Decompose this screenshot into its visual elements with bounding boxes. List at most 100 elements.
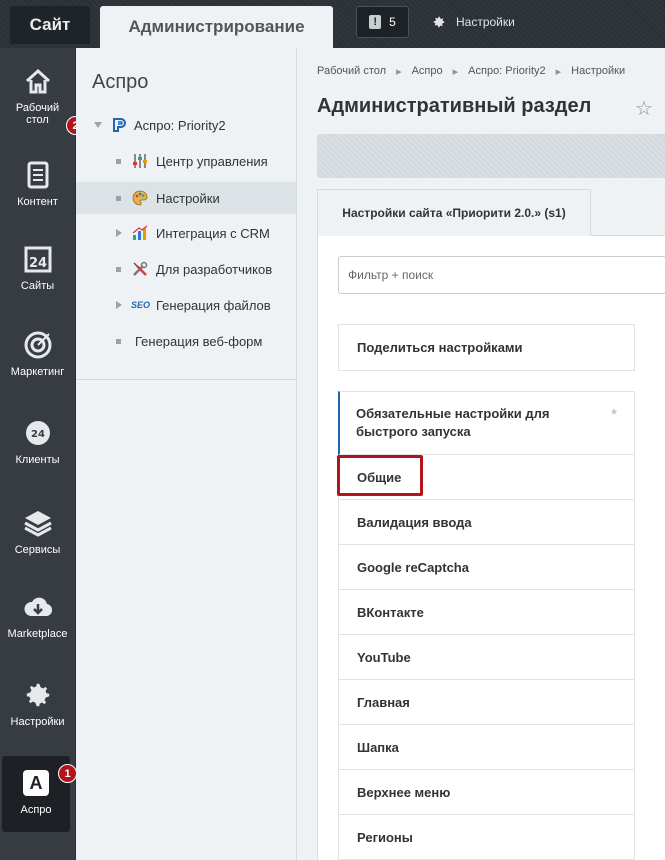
breadcrumb: Рабочий стол ▸ Аспро ▸ Аспро: Priority2 … bbox=[317, 65, 625, 78]
menu-item-label: Регионы bbox=[357, 829, 413, 845]
nav-label: Настройки bbox=[10, 716, 65, 728]
nav-label: Клиенты bbox=[15, 454, 60, 466]
bullet bbox=[116, 267, 121, 272]
layers-icon bbox=[23, 511, 52, 537]
chevron-right-icon: ▸ bbox=[452, 66, 459, 78]
nav-item-marketing[interactable]: Маркетинг bbox=[0, 330, 75, 378]
aspro-icon: A bbox=[23, 770, 49, 796]
site-tab[interactable]: Сайт bbox=[10, 6, 90, 44]
cloud-download-icon bbox=[23, 597, 52, 617]
menu-item-label: ВКонтакте bbox=[357, 604, 424, 620]
document-icon bbox=[27, 161, 48, 189]
chart-icon bbox=[132, 225, 148, 240]
nav-label: Marketplace bbox=[7, 628, 68, 640]
nav-label: Маркетинг bbox=[10, 366, 65, 378]
nav-label: Сайты bbox=[20, 280, 55, 292]
main-area: Рабочий стол ▸ Аспро ▸ Аспро: Priority2 … bbox=[297, 48, 665, 860]
page-title: Административный раздел bbox=[317, 95, 592, 117]
tree-item-label: Интеграция с CRM bbox=[156, 225, 270, 241]
nav-label: Сервисы bbox=[14, 544, 61, 556]
menu-item-main[interactable]: Главная bbox=[338, 680, 635, 725]
settings-label: Настройки bbox=[456, 15, 515, 29]
nav-label: Рабочий стол bbox=[15, 102, 60, 126]
toolbar-strip bbox=[317, 134, 665, 178]
menu-item-label: Шапка bbox=[357, 739, 399, 755]
expand-icon[interactable] bbox=[116, 301, 122, 309]
menu-item-youtube[interactable]: YouTube bbox=[338, 635, 635, 680]
breadcrumb-item[interactable]: Рабочий стол bbox=[317, 65, 386, 78]
tree-item-settings[interactable]: Настройки bbox=[76, 182, 296, 214]
menu-item-label: Главная bbox=[357, 694, 410, 710]
tree-item-webform-generation[interactable]: Генерация веб-форм bbox=[76, 326, 296, 356]
breadcrumb-item[interactable]: Настройки bbox=[571, 65, 625, 78]
filter-search-input[interactable]: Фильтр + поиск bbox=[338, 256, 665, 294]
nav-item-settings[interactable]: Настройки bbox=[0, 680, 75, 728]
menu-item-input-validation[interactable]: Валидация ввода bbox=[338, 500, 635, 545]
bullet bbox=[116, 159, 121, 164]
nav-item-clients[interactable]: 24 Клиенты bbox=[0, 418, 75, 466]
tree-item-label: Настройки bbox=[156, 190, 220, 206]
admin-tab[interactable]: Администрирование bbox=[100, 6, 333, 48]
settings-link[interactable]: Настройки bbox=[432, 12, 515, 32]
tools-icon bbox=[133, 261, 148, 276]
step-badge-1: 1 bbox=[58, 764, 77, 783]
tree-divider bbox=[76, 379, 296, 380]
menu-item-quick-start[interactable]: Обязательные настройки для быстрого запу… bbox=[338, 391, 635, 455]
tree-panel: Аспро Аспро: Priority2 Центр управления … bbox=[76, 48, 297, 860]
menu-item-label: Обязательные настройки для быстрого запу… bbox=[356, 406, 550, 439]
bullet bbox=[116, 196, 121, 201]
settings-content: Фильтр + поиск Поделиться настройками Об… bbox=[317, 235, 665, 860]
gear-icon bbox=[433, 16, 445, 28]
menu-item-label: YouTube bbox=[357, 649, 411, 665]
breadcrumb-item[interactable]: Аспро bbox=[412, 65, 443, 78]
home-icon bbox=[25, 68, 50, 94]
menu-item-vkontakte[interactable]: ВКонтакте bbox=[338, 590, 635, 635]
left-nav: Рабочий стол Контент 24 Сайты Маркетинг … bbox=[0, 48, 76, 860]
menu-item-regions[interactable]: Регионы bbox=[338, 815, 635, 860]
tree-item-priority2[interactable]: Аспро: Priority2 bbox=[76, 110, 296, 140]
notifications-button[interactable]: 5 bbox=[356, 6, 409, 38]
star-icon[interactable]: ☆ bbox=[635, 96, 653, 121]
nav-item-sites[interactable]: 24 Сайты bbox=[0, 244, 75, 292]
tree-item-file-generation[interactable]: SEO Генерация файлов bbox=[76, 290, 296, 320]
expand-icon[interactable] bbox=[116, 229, 122, 237]
nav-item-marketplace[interactable]: Marketplace bbox=[0, 592, 75, 640]
nav-item-desktop[interactable]: Рабочий стол bbox=[0, 66, 75, 126]
menu-item-label: Верхнее меню bbox=[357, 784, 451, 800]
top-bar: Сайт Администрирование 5 Настройки bbox=[0, 0, 665, 48]
seo-icon: SEO bbox=[131, 300, 151, 310]
clients-24-icon: 24 bbox=[25, 421, 50, 445]
tree-item-crm[interactable]: Интеграция с CRM bbox=[76, 218, 296, 248]
tree-item-label: Генерация файлов bbox=[156, 297, 271, 313]
bullet bbox=[116, 339, 121, 344]
chevron-right-icon: ▸ bbox=[555, 66, 562, 78]
tree-item-control-center[interactable]: Центр управления bbox=[76, 146, 296, 176]
target-icon bbox=[24, 331, 51, 359]
tree-item-developers[interactable]: Для разработчиков bbox=[76, 254, 296, 284]
sliders-icon bbox=[133, 154, 147, 168]
breadcrumb-item[interactable]: Аспро: Priority2 bbox=[468, 65, 545, 78]
nav-item-services[interactable]: Сервисы bbox=[0, 508, 75, 556]
svg-text:24: 24 bbox=[31, 429, 45, 440]
palette-icon bbox=[132, 190, 148, 206]
tree-item-label: Для разработчиков bbox=[156, 261, 273, 277]
svg-text:24: 24 bbox=[28, 256, 46, 271]
nav-item-content[interactable]: Контент bbox=[0, 160, 75, 208]
highlight-frame bbox=[337, 455, 423, 496]
menu-item-header[interactable]: Шапка bbox=[338, 725, 635, 770]
collapse-icon[interactable] bbox=[94, 122, 102, 128]
nav-label: Контент bbox=[17, 196, 58, 208]
menu-item-recaptcha[interactable]: Google reCaptcha bbox=[338, 545, 635, 590]
nav-label: Аспро bbox=[20, 804, 52, 816]
notifications-count: 5 bbox=[389, 15, 396, 29]
notification-icon bbox=[369, 15, 382, 29]
menu-item-top-menu[interactable]: Верхнее меню bbox=[338, 770, 635, 815]
tree-item-label: Генерация веб-форм bbox=[135, 333, 263, 349]
tree-item-label: Аспро: Priority2 bbox=[134, 117, 226, 133]
tree-title: Аспро bbox=[92, 71, 149, 93]
gear-icon bbox=[26, 683, 49, 707]
chevron-right-icon: ▸ bbox=[396, 66, 402, 78]
calendar-24-icon: 24 bbox=[24, 246, 51, 273]
site-settings-tab[interactable]: Настройки сайта «Приорити 2.0.» (s1) bbox=[317, 189, 591, 236]
share-settings-button[interactable]: Поделиться настройками bbox=[338, 324, 635, 371]
